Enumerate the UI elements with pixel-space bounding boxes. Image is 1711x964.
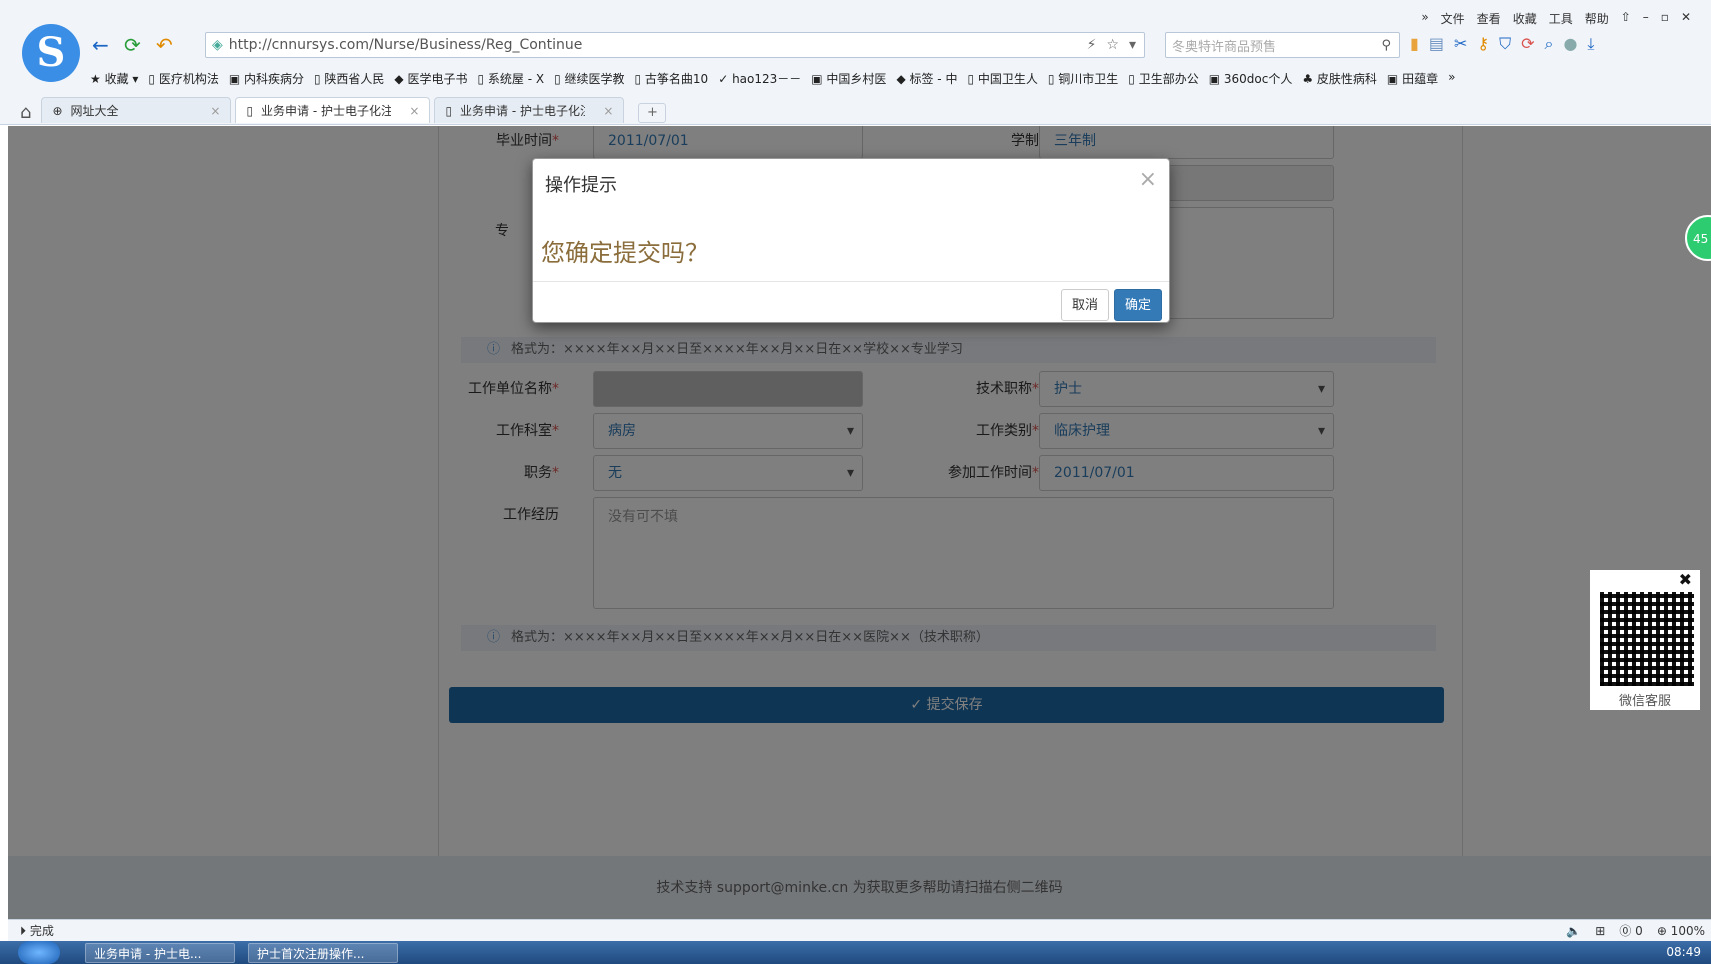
confirm-button[interactable]: 确定 (1114, 289, 1163, 321)
home-icon[interactable]: ⌂ (20, 102, 31, 123)
bookmark-item[interactable]: ✓ hao123－－ (718, 70, 801, 87)
menu-favorites[interactable]: 收藏 (1513, 10, 1537, 27)
browser-menu: » 文件 查看 收藏 工具 帮助 ⇧ – ▫ ✕ (1421, 10, 1691, 27)
bookmark-item[interactable]: ▣ 中国乡村医 (811, 70, 886, 87)
close-icon[interactable]: × (409, 104, 419, 118)
reader-icon[interactable]: ▤ (1429, 34, 1444, 54)
page-icon: ▯ (445, 103, 453, 118)
menu-tools[interactable]: 工具 (1549, 10, 1573, 27)
close-icon[interactable]: × (210, 104, 220, 118)
bookmark-item[interactable]: ▯ 医疗机构法 (148, 70, 218, 87)
tab-label: 业务申请 - 护士电子化注 (261, 104, 392, 118)
bookmark-item[interactable]: ▣ 内科疾病分 (229, 70, 304, 87)
url-text: http://cnnursys.com/Nurse/Business/Reg_C… (228, 37, 583, 53)
bookmark-item[interactable]: ▯ 卫生部办公 (1128, 70, 1198, 87)
app-icon[interactable]: ⊞ (1595, 920, 1605, 942)
translate-icon[interactable]: ⟳ (1521, 34, 1534, 54)
close-window-button[interactable]: ✕ (1681, 10, 1691, 27)
confirm-dialog: 操作提示 × 您确定提交吗？ 取消 确定 (532, 158, 1170, 323)
bookmarks-more[interactable]: » (1448, 70, 1455, 87)
find-icon[interactable]: ⌕ (1544, 34, 1553, 54)
bookmark-item[interactable]: ▯ 古筝名曲10 (635, 70, 709, 87)
search-icon[interactable]: ⚲ (1381, 38, 1391, 53)
cancel-button[interactable]: 取消 (1061, 289, 1110, 321)
tab-business-application-2[interactable]: ▯ 业务申请 - 护士电子化注 × (434, 97, 625, 123)
tab-business-application[interactable]: ▯ 业务申请 - 护士电子化注 × (235, 97, 431, 123)
bookmark-item[interactable]: ♣ 皮肤性病科 (1302, 70, 1377, 87)
key-icon[interactable]: ⚷ (1477, 34, 1489, 54)
bookmark-item[interactable]: ▣ 360doc个人 (1209, 70, 1293, 87)
status-bar: ⏵ 完成 🔈 ⊞ ⓪ 0 ⊕ 100% (8, 919, 1711, 941)
shield-icon: ◈ (212, 37, 223, 53)
address-bar[interactable]: ◈ http://cnnursys.com/Nurse/Business/Reg… (205, 32, 1145, 58)
scissors-icon[interactable]: ✂ (1454, 34, 1467, 54)
skin-icon[interactable]: ⇧ (1621, 10, 1631, 27)
clock: 08:49 (1666, 945, 1701, 959)
dialog-title: 操作提示 (545, 175, 617, 196)
tab-site-directory[interactable]: ⊕ 网址大全 × (41, 97, 232, 123)
bookmark-item[interactable]: ▣ 田蕴章 (1387, 70, 1438, 87)
security-icon[interactable]: ⛉ (1499, 34, 1511, 54)
menu-help[interactable]: 帮助 (1585, 10, 1609, 27)
close-icon[interactable]: × (603, 104, 613, 118)
sidebar-icon[interactable]: ▮ (1410, 34, 1419, 54)
bookmark-item[interactable]: ◆ 标签 - 中 (896, 70, 957, 87)
blocked-count[interactable]: ⓪ 0 (1619, 920, 1642, 942)
undo-icon[interactable]: ↶ (156, 33, 173, 57)
toolbar-icons: ▮ ▤ ✂ ⚷ ⛉ ⟳ ⌕ ● ⤓ (1410, 34, 1595, 54)
menu-file[interactable]: 文件 (1441, 10, 1465, 27)
wechat-qr-widget: ✖ 微信客服 (1590, 570, 1700, 710)
back-arrow-icon[interactable]: ← (92, 33, 109, 57)
tab-label: 网址大全 (70, 104, 119, 118)
taskbar-item-browser[interactable]: 业务申请 - 护士电... (85, 943, 235, 963)
lightning-icon[interactable]: ⚡ (1087, 37, 1097, 53)
tab-label: 业务申请 - 护士电子化注 (460, 104, 586, 118)
bookmarks-bar: ★ 收藏 ▾ ▯ 医疗机构法 ▣ 内科疾病分 ▯ 陕西省人民 ◆ 医学电子书 ▯… (90, 70, 1455, 87)
menu-more[interactable]: » (1421, 10, 1428, 27)
restore-button[interactable]: ▫ (1661, 10, 1669, 27)
bookmark-item[interactable]: ◆ 医学电子书 (394, 70, 467, 87)
star-icon[interactable]: ☆ (1106, 37, 1119, 53)
chevron-down-icon[interactable]: ▾ (1129, 37, 1136, 53)
tab-strip: ⌂ ⊕ 网址大全 × ▯ 业务申请 - 护士电子化注 × ▯ 业务申请 - 护士… (20, 97, 667, 123)
bookmark-item[interactable]: ▯ 陕西省人民 (314, 70, 384, 87)
close-icon[interactable]: × (1139, 167, 1157, 192)
search-input[interactable]: 冬奥特许商品预售 ⚲ (1165, 32, 1400, 58)
zoom-level[interactable]: ⊕ 100% (1657, 920, 1705, 942)
bookmark-item[interactable]: ▯ 系统屋 - X (477, 70, 544, 87)
bookmark-item[interactable]: ▯ 铜川市卫生 (1048, 70, 1118, 87)
menu-view[interactable]: 查看 (1477, 10, 1501, 27)
minimize-button[interactable]: – (1643, 10, 1649, 27)
taskbar-item-document[interactable]: 护士首次注册操作... (248, 943, 398, 963)
chat-icon[interactable]: ● (1563, 34, 1577, 54)
browser-logo-icon: S (22, 24, 80, 82)
os-taskbar: 业务申请 - 护士电... 护士首次注册操作... 08:49 (0, 941, 1711, 964)
status-text: ⏵ 完成 (20, 924, 54, 938)
page-icon: ▯ (246, 103, 254, 118)
dialog-message: 您确定提交吗？ (541, 239, 709, 267)
bookmark-item[interactable]: ★ 收藏 ▾ (90, 70, 138, 87)
new-tab-button[interactable]: + (638, 103, 667, 123)
globe-icon: ⊕ (52, 103, 63, 118)
bookmark-item[interactable]: ▯ 中国卫生人 (967, 70, 1037, 87)
start-button[interactable] (18, 941, 60, 964)
download-icon[interactable]: ⤓ (1587, 34, 1594, 54)
refresh-icon[interactable]: ⟳ (124, 33, 141, 57)
browser-chrome: S » 文件 查看 收藏 工具 帮助 ⇧ – ▫ ✕ ← ⟳ ↶ ◈ http:… (0, 0, 1711, 125)
search-placeholder: 冬奥特许商品预售 (1172, 39, 1277, 55)
bookmark-item[interactable]: ▯ 继续医学教 (554, 70, 624, 87)
qr-code-icon (1600, 592, 1694, 686)
close-icon[interactable]: ✖ (1679, 570, 1692, 589)
sound-icon[interactable]: 🔈 (1566, 920, 1581, 942)
qr-caption: 微信客服 (1618, 694, 1671, 709)
dialog-footer: 取消 确定 (533, 281, 1169, 324)
